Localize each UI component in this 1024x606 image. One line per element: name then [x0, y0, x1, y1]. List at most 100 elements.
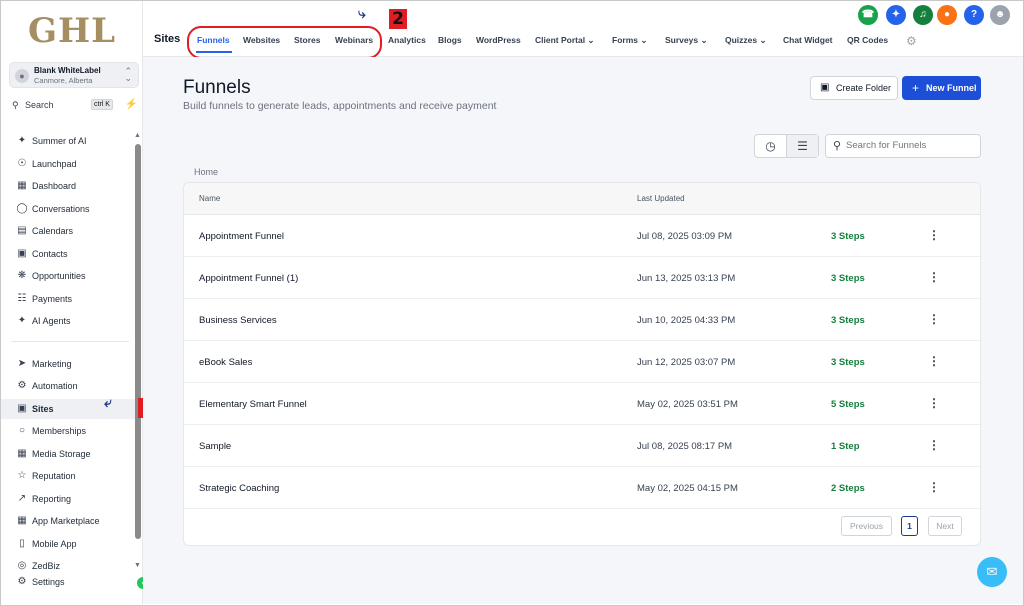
create-folder-button[interactable]: ▣ Create Folder	[810, 76, 898, 100]
table-row[interactable]: Appointment Funnel Jul 08, 2025 03:09 PM 3…	[184, 215, 980, 257]
last-updated: Jul 08, 2025 08:17 PM	[637, 441, 733, 452]
tab-analytics[interactable]: Analytics	[388, 35, 426, 45]
scroll-down-arrow[interactable]: ▼	[134, 562, 141, 569]
tab-blogs[interactable]: Blogs	[438, 35, 462, 45]
clock-icon[interactable]: ◷	[755, 135, 787, 157]
funnel-name[interactable]: Sample	[199, 441, 231, 452]
sidebar-item-sites[interactable]: ▣ Sites	[1, 399, 135, 419]
steps-count[interactable]: 3 Steps	[831, 231, 865, 242]
sidebar-scrollbar[interactable]	[135, 144, 141, 539]
table-row[interactable]: eBook Sales Jun 12, 2025 03:07 PM 3 Steps ⋮	[184, 341, 980, 383]
user-icon: ●	[15, 69, 29, 83]
last-updated: Jun 10, 2025 04:33 PM	[637, 315, 736, 326]
sidebar-item-app-marketplace[interactable]: ▦ App Marketplace	[1, 511, 135, 531]
sidebar-item-ai-agents[interactable]: ✦ AI Agents	[1, 311, 135, 331]
sidebar-item-opportunities[interactable]: ❋ Opportunities	[1, 266, 135, 286]
sidebar-item-reputation[interactable]: ☆ Reputation	[1, 466, 135, 486]
steps-count[interactable]: 3 Steps	[831, 315, 865, 326]
sidebar-item-label: Contacts	[32, 249, 68, 259]
funnel-search-input[interactable]	[846, 140, 976, 151]
sidebar-item-summer-of-ai[interactable]: ✦ Summer of AI	[1, 131, 135, 151]
more-options-icon[interactable]: ⋮	[928, 228, 940, 242]
previous-page-button[interactable]: Previous	[841, 516, 892, 536]
sidebar-item-calendars[interactable]: ▤ Calendars	[1, 221, 135, 241]
more-options-icon[interactable]: ⋮	[928, 438, 940, 452]
table-row[interactable]: Appointment Funnel (1) Jun 13, 2025 03:13…	[184, 257, 980, 299]
table-row[interactable]: Business Services Jun 10, 2025 04:33 PM 3 …	[184, 299, 980, 341]
more-options-icon[interactable]: ⋮	[928, 312, 940, 326]
funnel-name[interactable]: eBook Sales	[199, 357, 252, 368]
sidebar-item-dashboard[interactable]: ▦ Dashboard	[1, 176, 135, 196]
bell-icon[interactable]: ●	[937, 5, 957, 25]
sidebar-item-label: Dashboard	[32, 181, 77, 191]
funnel-name[interactable]: Business Services	[199, 315, 277, 326]
column-header-name[interactable]: Name	[199, 194, 220, 203]
grid-icon: ▦	[17, 515, 27, 526]
list-icon[interactable]: ☰	[787, 135, 818, 157]
sidebar-item-label: Marketing	[32, 359, 72, 369]
magic-wand-icon[interactable]: ✦	[886, 5, 906, 25]
table-row[interactable]: Elementary Smart Funnel May 02, 2025 03:5…	[184, 383, 980, 425]
mobile-icon: ▯	[19, 538, 25, 549]
tab-qr-codes[interactable]: QR Codes	[847, 35, 888, 45]
next-page-button[interactable]: Next	[928, 516, 962, 536]
annotation-circle	[187, 26, 382, 59]
sidebar-item-contacts[interactable]: ▣ Contacts	[1, 244, 135, 264]
tab-quizzes[interactable]: Quizzes ⌄	[725, 35, 767, 46]
funnel-name[interactable]: Strategic Coaching	[199, 483, 279, 494]
sidebar-item-payments[interactable]: ☷ Payments	[1, 289, 135, 309]
funnel-name[interactable]: Appointment Funnel (1)	[199, 273, 298, 284]
help-icon[interactable]: ?	[964, 5, 984, 25]
account-name: Blank WhiteLabel	[34, 66, 101, 75]
bolt-icon[interactable]: ⚡	[125, 99, 137, 110]
breadcrumb[interactable]: Home	[194, 167, 218, 177]
chat-support-icon[interactable]: ✉	[977, 557, 1007, 587]
funnel-name[interactable]: Appointment Funnel	[199, 231, 284, 242]
tab-client-portal[interactable]: Client Portal ⌄	[535, 35, 595, 46]
table-row[interactable]: Strategic Coaching May 02, 2025 04:15 PM 2…	[184, 467, 980, 509]
more-options-icon[interactable]: ⋮	[928, 396, 940, 410]
steps-count[interactable]: 1 Step	[831, 441, 860, 452]
steps-count[interactable]: 3 Steps	[831, 357, 865, 368]
sidebar-item-media-storage[interactable]: ▦ Media Storage	[1, 444, 135, 464]
more-options-icon[interactable]: ⋮	[928, 354, 940, 368]
new-funnel-button[interactable]: + New Funnel	[902, 76, 981, 100]
table-row[interactable]: Sample Jul 08, 2025 08:17 PM 1 Step ⋮	[184, 425, 980, 467]
sidebar-item-settings[interactable]: ⚙ Settings	[1, 572, 135, 592]
steps-count[interactable]: 3 Steps	[831, 273, 865, 284]
sidebar-item-marketing[interactable]: ➤ Marketing	[1, 354, 135, 374]
gear-icon[interactable]: ⚙	[906, 34, 917, 48]
tab-forms[interactable]: Forms ⌄	[612, 35, 647, 46]
megaphone-icon[interactable]: ♫	[913, 5, 933, 25]
sidebar-item-label: Mobile App	[32, 539, 77, 549]
sidebar-item-conversations[interactable]: ◯ Conversations	[1, 199, 135, 219]
sidebar-item-label: AI Agents	[32, 316, 71, 326]
sidebar-item-mobile-app[interactable]: ▯ Mobile App	[1, 534, 135, 554]
zedbiz-icon: ◎	[17, 560, 27, 571]
steps-count[interactable]: 2 Steps	[831, 483, 865, 494]
sidebar-item-reporting[interactable]: ↗ Reporting	[1, 489, 135, 509]
more-options-icon[interactable]: ⋮	[928, 270, 940, 284]
annotation-arrow-icon: ⤶	[104, 394, 112, 410]
avatar[interactable]: ☻	[990, 5, 1010, 25]
last-updated: May 02, 2025 04:15 PM	[637, 483, 738, 494]
steps-count[interactable]: 5 Steps	[831, 399, 865, 410]
column-header-last-updated[interactable]: Last Updated	[637, 194, 685, 203]
sidebar-search[interactable]: ⚲ Search ctrl K	[9, 98, 119, 114]
sidebar-item-automation[interactable]: ⚙ Automation	[1, 376, 135, 396]
scroll-up-arrow[interactable]: ▲	[134, 132, 141, 139]
phone-icon[interactable]: ☎	[858, 5, 878, 25]
last-updated: Jun 12, 2025 03:07 PM	[637, 357, 736, 368]
sidebar-item-memberships[interactable]: ○ Memberships	[1, 421, 135, 441]
sidebar-item-launchpad[interactable]: ☉ Launchpad	[1, 154, 135, 174]
tab-surveys[interactable]: Surveys ⌄	[665, 35, 708, 46]
page-number-current[interactable]: 1	[901, 516, 918, 536]
more-options-icon[interactable]: ⋮	[928, 480, 940, 494]
account-switcher[interactable]: ● Blank WhiteLabel Canmore, Alberta ⌃ ⌄	[9, 62, 139, 88]
tab-wordpress[interactable]: WordPress	[476, 35, 521, 45]
tab-chat-widget[interactable]: Chat Widget	[783, 35, 833, 45]
dashboard-icon: ▦	[17, 180, 27, 191]
main-content: Funnels Build funnels to generate leads,…	[143, 57, 1023, 604]
funnel-name[interactable]: Elementary Smart Funnel	[199, 399, 307, 410]
sidebar-item-label: Memberships	[32, 426, 87, 436]
